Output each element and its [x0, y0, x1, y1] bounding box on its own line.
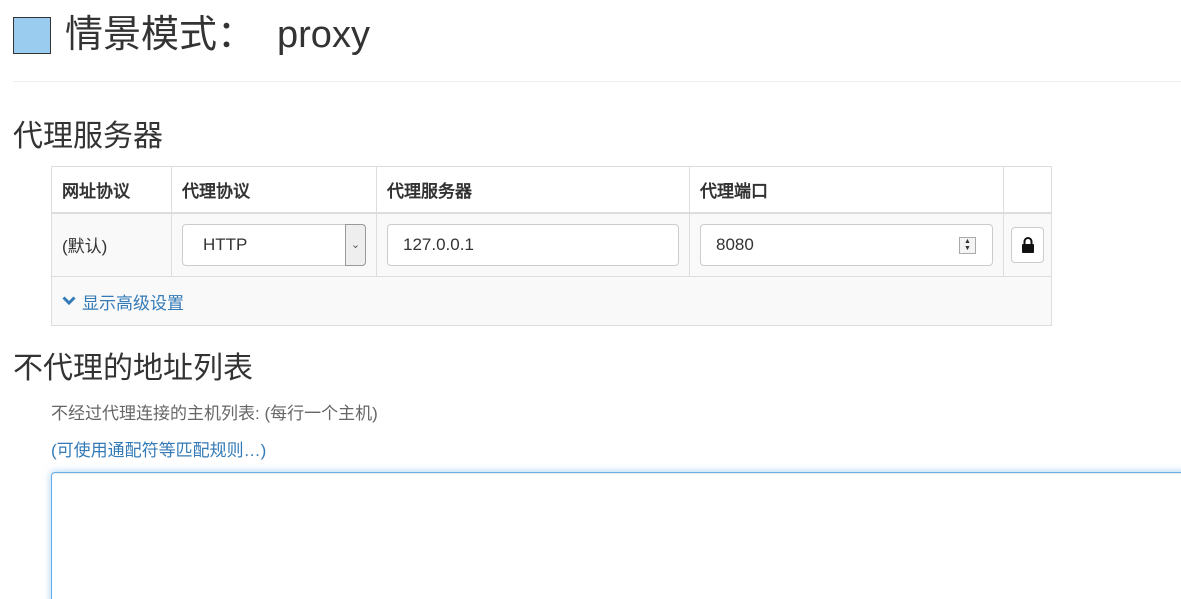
- advanced-row: 显示高级设置: [51, 276, 1052, 326]
- proxy-port-input[interactable]: 8080 ▲ ▼: [700, 223, 993, 266]
- profile-page: 情景模式： proxy 代理服务器 网址协议 代理协议 代理服务器 代理端口 (…: [0, 0, 1181, 599]
- profile-name: proxy: [277, 14, 370, 56]
- advanced-cell: 显示高级设置: [51, 276, 1052, 326]
- proxy-host-value: 127.0.0.1: [403, 234, 474, 254]
- column-header-server: 代理服务器: [376, 166, 690, 214]
- spinner-icon[interactable]: ▲ ▼: [959, 236, 976, 254]
- show-advanced-label: 显示高级设置: [82, 293, 184, 313]
- bypass-help-text: 不经过代理连接的主机列表: (每行一个主机): [51, 404, 378, 423]
- protocol-select[interactable]: HTTP ⌄: [182, 223, 366, 266]
- lock-icon: [1021, 236, 1034, 253]
- spinner-up-icon[interactable]: ▲: [964, 238, 971, 245]
- actions-cell: [1003, 212, 1052, 277]
- bypass-list-heading: 不代理的地址列表: [13, 352, 253, 385]
- lock-button[interactable]: [1011, 226, 1044, 263]
- column-header-scheme: 网址协议: [51, 166, 172, 214]
- server-cell: 127.0.0.1: [376, 212, 690, 277]
- header-divider: [13, 81, 1181, 82]
- profile-title-label: 情景模式：: [65, 14, 256, 56]
- port-cell: 8080 ▲ ▼: [689, 212, 1004, 277]
- scheme-cell: (默认): [51, 212, 172, 277]
- proxy-host-input[interactable]: 127.0.0.1: [387, 223, 679, 266]
- table-header-row: 网址协议 代理协议 代理服务器 代理端口: [51, 166, 1052, 214]
- protocol-select-value: HTTP: [203, 234, 248, 254]
- column-header-port: 代理端口: [689, 166, 1004, 214]
- chevron-down-icon: [62, 296, 76, 306]
- spinner-down-icon[interactable]: ▼: [964, 245, 971, 252]
- profile-color-swatch[interactable]: [13, 16, 51, 54]
- show-advanced-link[interactable]: 显示高级设置: [62, 289, 184, 314]
- column-header-protocol: 代理协议: [171, 166, 377, 214]
- column-header-actions: [1003, 166, 1052, 214]
- wildcard-rules-link[interactable]: (可使用通配符等匹配规则…): [51, 436, 266, 461]
- profile-header: 情景模式： proxy: [13, 10, 370, 60]
- protocol-cell: HTTP ⌄: [171, 212, 377, 277]
- proxy-servers-heading: 代理服务器: [13, 120, 163, 153]
- proxy-port-value: 8080: [716, 234, 754, 254]
- chevron-down-icon[interactable]: ⌄: [345, 223, 366, 266]
- proxy-servers-table: 网址协议 代理协议 代理服务器 代理端口 (默认) HTTP ⌄ 127.0.0…: [51, 166, 1052, 326]
- bypass-list-textarea[interactable]: [51, 472, 1181, 599]
- table-row: (默认) HTTP ⌄ 127.0.0.1 8080 ▲ ▼: [51, 212, 1052, 277]
